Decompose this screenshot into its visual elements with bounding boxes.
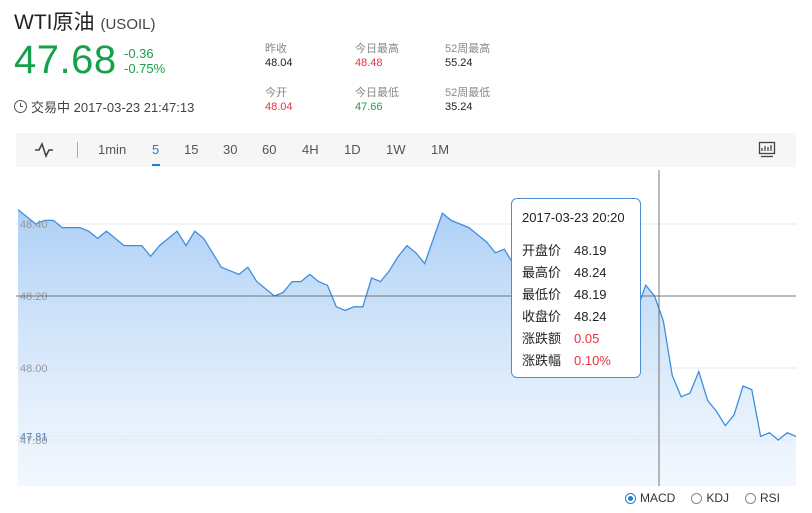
status-text: 交易中 2017-03-23 21:47:13 <box>31 100 195 115</box>
candle-tooltip: 2017-03-23 20:20 开盘价 48.19 最高价 48.24 最低价 48… <box>511 198 641 378</box>
instrument-title: WTI原油 (USOIL) <box>14 6 156 36</box>
indicator-kdj[interactable]: KDJ <box>691 491 729 505</box>
indicator-macd[interactable]: MACD <box>624 491 675 505</box>
stat-day-low: 今日最低 47.66 <box>355 87 399 113</box>
indicator-rsi[interactable]: RSI <box>744 491 780 505</box>
instrument-code: (USOIL) <box>100 16 156 33</box>
stat-52w-high: 52周最高 55.24 <box>445 43 491 69</box>
fullscreen-monitor-icon[interactable] <box>758 141 776 159</box>
stat-day-high: 今日最高 48.48 <box>355 43 399 69</box>
price-chart[interactable]: 48.4048.2048.0047.8147.80 <box>0 170 812 486</box>
interval-1min[interactable]: 1min <box>98 142 126 157</box>
radio-icon[interactable] <box>744 492 756 504</box>
last-price: 47.68 <box>14 38 117 82</box>
y-tick-label: 48.40 <box>20 219 48 231</box>
tooltip-row-change: 涨跌额 0.05 <box>522 331 600 346</box>
change-value: -0.36 <box>124 46 154 61</box>
indicator-selector: MACD KDJ RSI <box>624 491 780 505</box>
interval-1d[interactable]: 1D <box>344 142 361 157</box>
toolbar-divider <box>77 142 78 158</box>
y-tick-label: 48.00 <box>20 363 48 375</box>
line-chart-icon[interactable] <box>34 142 54 158</box>
interval-1w[interactable]: 1W <box>386 142 406 157</box>
instrument-name: WTI原油 <box>14 11 95 34</box>
clock-icon <box>14 100 27 113</box>
trading-status: 交易中 2017-03-23 21:47:13 <box>14 97 194 116</box>
stat-prev-close: 昨收 48.04 <box>265 43 293 69</box>
tooltip-time: 2017-03-23 20:20 <box>522 210 625 225</box>
active-interval-indicator <box>152 164 160 166</box>
change-percent: -0.75% <box>124 61 166 76</box>
interval-60[interactable]: 60 <box>262 142 276 157</box>
price-change: -0.36 -0.75% <box>124 46 165 76</box>
stat-52w-low: 52周最低 35.24 <box>445 87 491 113</box>
tooltip-row-change-pct: 涨跌幅 0.10% <box>522 353 611 368</box>
radio-selected-icon[interactable] <box>624 492 636 504</box>
interval-1m[interactable]: 1M <box>431 142 449 157</box>
interval-15[interactable]: 15 <box>184 142 198 157</box>
stat-open: 今开 48.04 <box>265 87 293 113</box>
interval-toolbar: 1min 5 15 30 60 4H 1D 1W 1M <box>16 133 796 167</box>
tooltip-row-open: 开盘价 48.19 <box>522 243 607 258</box>
interval-30[interactable]: 30 <box>223 142 237 157</box>
y-tick-label: 47.80 <box>20 435 48 447</box>
price-area-fill <box>18 209 796 486</box>
radio-icon[interactable] <box>691 492 703 504</box>
interval-5[interactable]: 5 <box>152 142 159 157</box>
tooltip-row-high: 最高价 48.24 <box>522 265 607 280</box>
y-tick-label: 48.20 <box>20 291 48 303</box>
tooltip-row-close: 收盘价 48.24 <box>522 309 607 324</box>
tooltip-row-low: 最低价 48.19 <box>522 287 607 302</box>
interval-4h[interactable]: 4H <box>302 142 319 157</box>
